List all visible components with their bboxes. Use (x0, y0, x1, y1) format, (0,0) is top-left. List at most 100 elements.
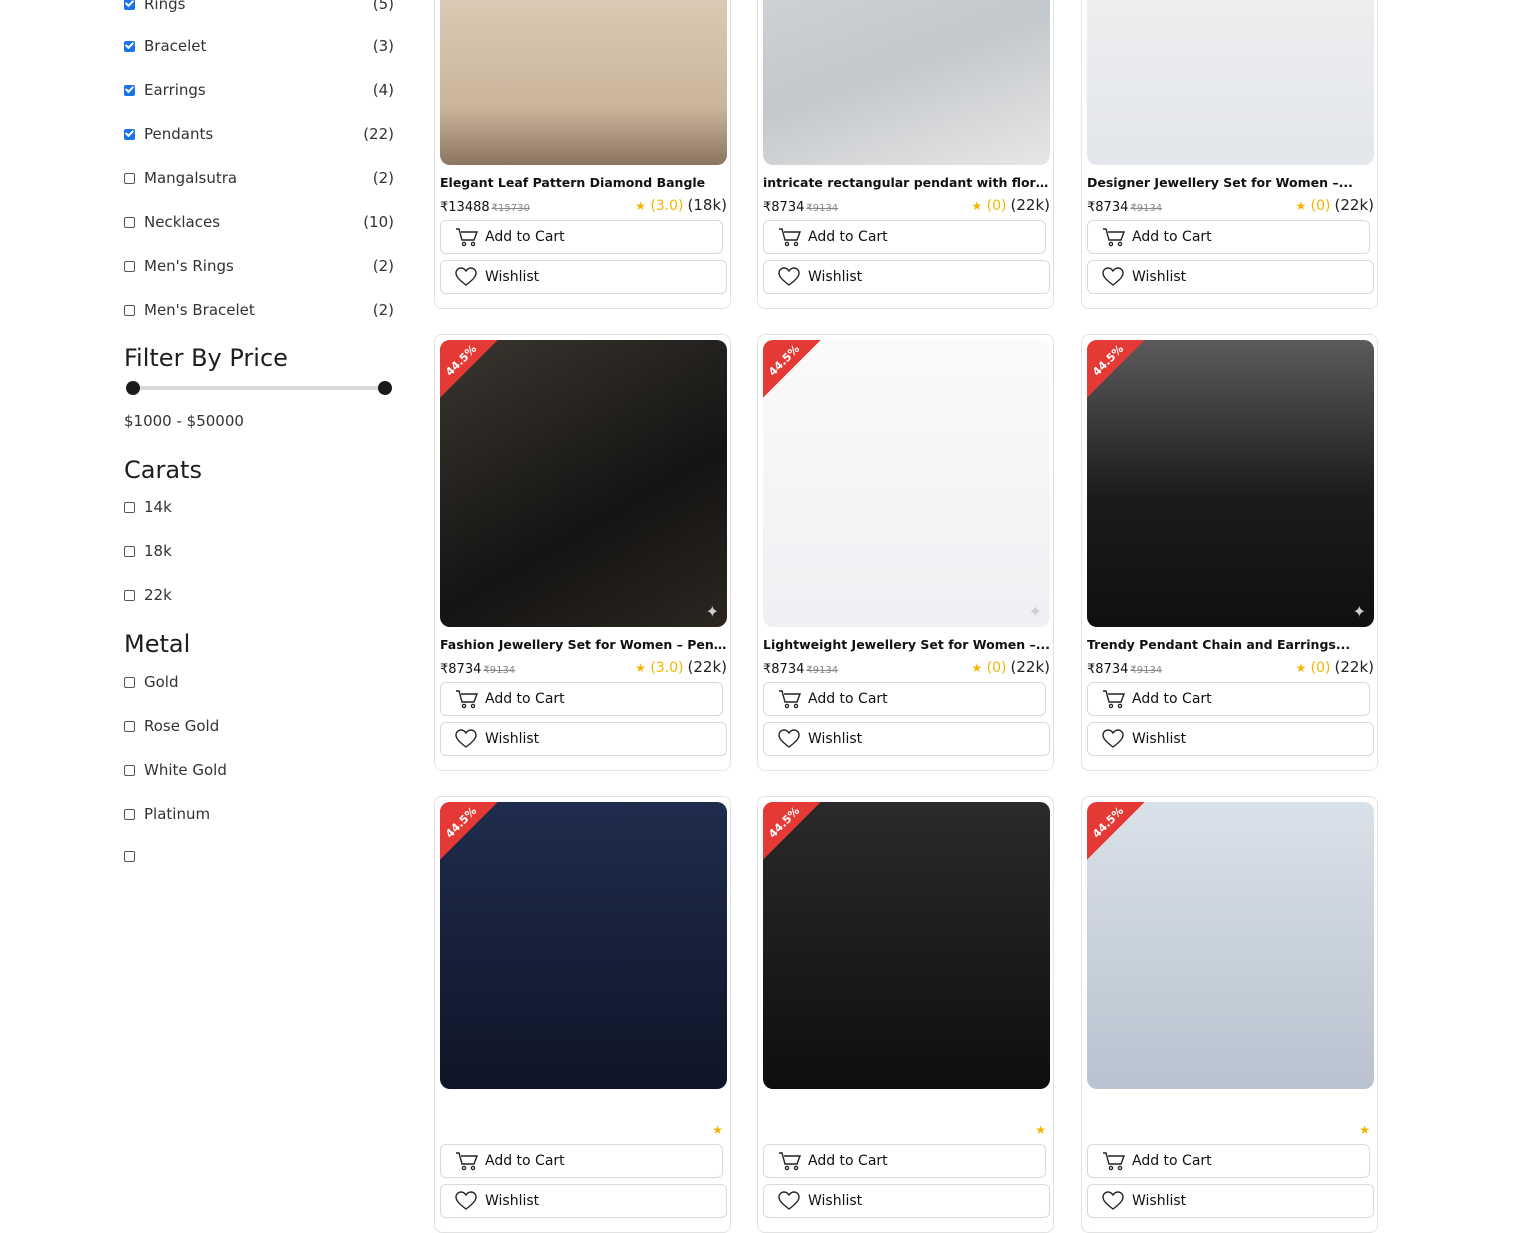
product-card[interactable]: 44.5% ✦ Trendy Pendant Chain and Earring… (1081, 334, 1378, 771)
metal-option[interactable]: White Gold (124, 760, 394, 780)
price-slider-max-handle[interactable] (378, 381, 392, 395)
carat-option[interactable]: 14k (124, 497, 394, 517)
checkbox[interactable] (124, 260, 135, 272)
product-title[interactable]: Lightweight Jewellery Set for Women –... (763, 637, 1050, 652)
carat-option[interactable]: 22k (124, 585, 394, 605)
discount-label: 44.5% (765, 342, 803, 379)
product-image[interactable]: 44.5% ✦ (1087, 340, 1374, 627)
wishlist-button[interactable]: Wishlist (763, 1184, 1050, 1218)
checkbox[interactable] (124, 764, 135, 776)
category-option[interactable]: Mangalsutra (2) (124, 168, 394, 188)
metal-option[interactable] (124, 846, 394, 866)
product-image[interactable]: ✦ (763, 0, 1050, 165)
product-image[interactable]: 44.5% ✦ (440, 340, 727, 627)
checkbox[interactable] (124, 128, 135, 140)
price-slider-min-handle[interactable] (126, 381, 140, 395)
star-icon: ★ (1359, 1123, 1370, 1137)
wishlist-button[interactable]: Wishlist (763, 722, 1050, 756)
checkbox[interactable] (124, 172, 135, 184)
product-title[interactable]: Designer Jewellery Set for Women –... (1087, 175, 1374, 190)
category-label: Earrings (144, 81, 206, 99)
product-price: ₹8734 (1087, 200, 1129, 215)
product-title[interactable]: intricate rectangular pendant with flora… (763, 175, 1050, 190)
metal-option[interactable]: Gold (124, 672, 394, 692)
checkbox[interactable] (124, 808, 135, 820)
carat-option[interactable]: 18k (124, 541, 394, 561)
category-option[interactable]: Necklaces (10) (124, 212, 394, 232)
add-to-cart-button[interactable]: Add to Cart (1087, 682, 1370, 716)
product-title[interactable]: Trendy Pendant Chain and Earrings... (1087, 637, 1374, 652)
add-to-cart-label: Add to Cart (808, 229, 888, 245)
add-to-cart-button[interactable]: Add to Cart (763, 220, 1046, 254)
category-count: (2) (372, 257, 394, 275)
category-option[interactable]: Earrings (4) (124, 80, 394, 100)
checkbox[interactable] (124, 0, 135, 10)
product-price: ₹8734 (763, 200, 805, 215)
product-image[interactable]: 44.5% ✦ (763, 802, 1050, 1089)
product-card[interactable]: 44.5% ✦ ★ Add to Cart Wishlist (434, 796, 731, 1233)
add-to-cart-button[interactable]: Add to Cart (1087, 1144, 1370, 1178)
product-title[interactable]: Elegant Leaf Pattern Diamond Bangle (440, 175, 727, 190)
category-option[interactable]: Men's Bracelet (2) (124, 300, 394, 320)
product-card[interactable]: ✦ intricate rectangular pendant with flo… (757, 0, 1054, 309)
category-option[interactable]: Bracelet (3) (124, 36, 394, 56)
checkbox[interactable] (124, 304, 135, 316)
product-card[interactable]: 44.5% ✦ Fashion Jewellery Set for Women … (434, 334, 731, 771)
wishlist-button[interactable]: Wishlist (440, 722, 727, 756)
checkbox[interactable] (124, 545, 135, 557)
category-option[interactable]: Pendants (22) (124, 124, 394, 144)
category-label: Men's Rings (144, 257, 234, 275)
metal-option[interactable]: Platinum (124, 804, 394, 824)
price-filter-heading: Filter By Price (124, 344, 288, 372)
product-image[interactable]: 44.5% ✦ (1087, 802, 1374, 1089)
product-image[interactable]: ✦ (440, 0, 727, 165)
wishlist-button[interactable]: Wishlist (1087, 722, 1374, 756)
product-image[interactable]: 44.5% ✦ (763, 340, 1050, 627)
heart-icon (455, 729, 479, 749)
product-card[interactable]: ✦ Elegant Leaf Pattern Diamond Bangle ₹1… (434, 0, 731, 309)
category-option[interactable]: Rings (5) (124, 0, 394, 14)
product-image[interactable]: 44.5% ✦ (440, 802, 727, 1089)
checkbox[interactable] (124, 676, 135, 688)
wishlist-button[interactable]: Wishlist (440, 1184, 727, 1218)
price-line: ₹8734 ₹9134 ★ (0) (22k) (763, 658, 1050, 678)
category-count: (10) (363, 213, 394, 231)
product-card[interactable]: ✦ Designer Jewellery Set for Women –... … (1081, 0, 1378, 309)
product-card[interactable]: 44.5% ✦ Lightweight Jewellery Set for Wo… (757, 334, 1054, 771)
checkbox[interactable] (124, 501, 135, 513)
price-line: ₹8734 ₹9134 ★ (0) (22k) (1087, 196, 1374, 216)
checkbox[interactable] (124, 589, 135, 601)
price-line: ₹13488 ₹15730 ★ (3.0) (18k) (440, 196, 727, 216)
product-image[interactable]: ✦ (1087, 0, 1374, 165)
rating: ★ (1035, 1120, 1050, 1138)
category-option[interactable]: Men's Rings (2) (124, 256, 394, 276)
star-icon: ★ (971, 199, 983, 213)
discount-label: 44.5% (765, 804, 803, 841)
checkbox[interactable] (124, 216, 135, 228)
wishlist-button[interactable]: Wishlist (763, 260, 1050, 294)
price-slider-track[interactable] (133, 386, 385, 390)
product-card[interactable]: 44.5% ✦ ★ Add to Cart Wishlist (1081, 796, 1378, 1233)
wishlist-button[interactable]: Wishlist (1087, 1184, 1374, 1218)
wishlist-button[interactable]: Wishlist (1087, 260, 1374, 294)
heart-icon (455, 267, 479, 287)
product-card[interactable]: 44.5% ✦ ★ Add to Cart Wishlist (757, 796, 1054, 1233)
cart-icon (455, 227, 479, 247)
add-to-cart-label: Add to Cart (1132, 229, 1212, 245)
wishlist-button[interactable]: Wishlist (440, 260, 727, 294)
carat-label: 22k (144, 586, 172, 604)
add-to-cart-button[interactable]: Add to Cart (763, 682, 1046, 716)
add-to-cart-button[interactable]: Add to Cart (440, 220, 723, 254)
product-title[interactable]: Fashion Jewellery Set for Women – Penda.… (440, 637, 727, 652)
checkbox[interactable] (124, 720, 135, 732)
add-to-cart-button[interactable]: Add to Cart (1087, 220, 1370, 254)
carat-value: (22k) (1010, 196, 1050, 214)
checkbox[interactable] (124, 84, 135, 96)
checkbox[interactable] (124, 40, 135, 52)
add-to-cart-button[interactable]: Add to Cart (440, 682, 723, 716)
add-to-cart-button[interactable]: Add to Cart (763, 1144, 1046, 1178)
wishlist-label: Wishlist (1132, 1193, 1187, 1209)
metal-option[interactable]: Rose Gold (124, 716, 394, 736)
add-to-cart-button[interactable]: Add to Cart (440, 1144, 723, 1178)
checkbox[interactable] (124, 850, 135, 862)
